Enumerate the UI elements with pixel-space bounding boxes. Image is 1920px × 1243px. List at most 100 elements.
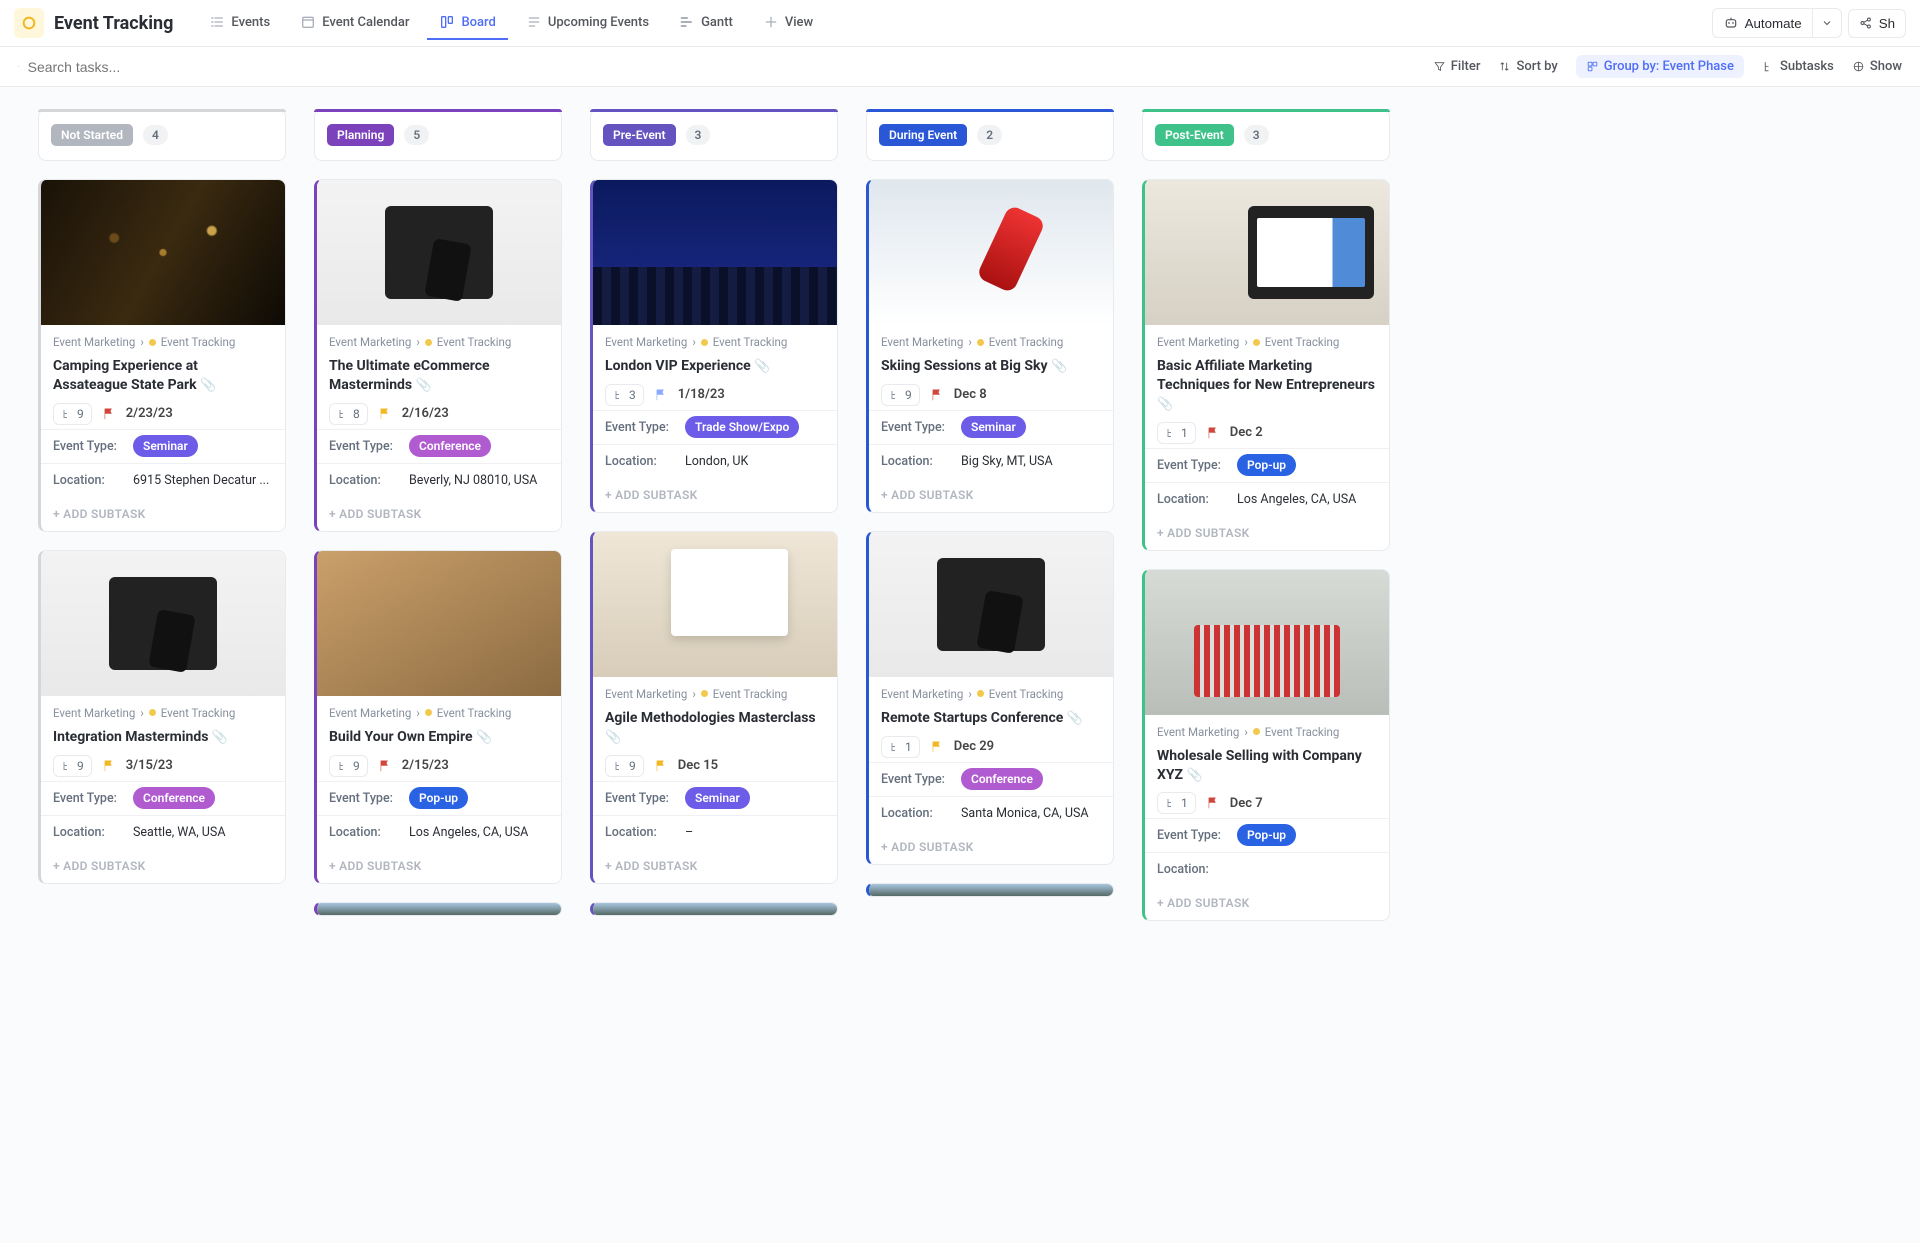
show-button[interactable]: Show (1852, 59, 1902, 74)
add-subtask-button[interactable]: + ADD SUBTASK (593, 478, 837, 512)
priority-flag-icon[interactable] (930, 388, 944, 402)
priority-flag-icon[interactable] (654, 388, 668, 402)
subtasks-button[interactable]: Subtasks (1762, 59, 1834, 74)
due-date[interactable]: Dec 7 (1230, 796, 1263, 811)
add-subtask-button[interactable]: + ADD SUBTASK (317, 497, 561, 531)
subtask-count[interactable]: 8 (329, 403, 368, 425)
column-header[interactable]: Post-Event 3 (1142, 109, 1390, 161)
due-date[interactable]: 1/18/23 (678, 387, 725, 402)
event-type-tag[interactable]: Conference (133, 787, 215, 809)
task-card[interactable]: Event Marketing › Event Tracking Integra… (38, 550, 286, 884)
task-card[interactable]: Event Marketing › Event Tracking Skiing … (866, 179, 1114, 513)
tab-events[interactable]: Events (197, 6, 282, 40)
tab-board[interactable]: Board (427, 6, 507, 40)
subtask-count[interactable]: 3 (605, 384, 644, 406)
event-type-tag[interactable]: Trade Show/Expo (685, 416, 799, 438)
task-card[interactable]: Event Marketing › Event Tracking The Ult… (314, 179, 562, 532)
task-card[interactable]: Event Marketing › Event Tracking London … (590, 179, 838, 513)
priority-flag-icon[interactable] (1206, 796, 1220, 810)
breadcrumb[interactable]: Event Marketing › Event Tracking (329, 706, 549, 720)
priority-flag-icon[interactable] (378, 407, 392, 421)
subtask-count[interactable]: 1 (881, 736, 920, 758)
task-card[interactable]: Event Marketing › Event Tracking Basic A… (1142, 179, 1390, 551)
due-date[interactable]: Dec 2 (1230, 425, 1263, 440)
due-date[interactable]: 2/23/23 (126, 406, 173, 421)
priority-flag-icon[interactable] (654, 759, 668, 773)
search-wrap[interactable] (18, 59, 218, 75)
automate-button[interactable]: Automate (1712, 8, 1812, 38)
add-subtask-button[interactable]: + ADD SUBTASK (1145, 886, 1389, 920)
add-subtask-button[interactable]: + ADD SUBTASK (869, 830, 1113, 864)
count-pill: 5 (404, 125, 429, 145)
event-type-tag[interactable]: Pop-up (1237, 454, 1296, 476)
priority-flag-icon[interactable] (378, 759, 392, 773)
column-header[interactable]: Not Started 4 (38, 109, 286, 161)
breadcrumb[interactable]: Event Marketing › Event Tracking (53, 335, 273, 349)
task-card-peek[interactable] (314, 902, 562, 916)
event-type-tag[interactable]: Pop-up (409, 787, 468, 809)
search-input[interactable] (28, 59, 209, 75)
subtask-count[interactable]: 9 (53, 755, 92, 777)
breadcrumb[interactable]: Event Marketing › Event Tracking (881, 687, 1101, 701)
add-subtask-button[interactable]: + ADD SUBTASK (317, 849, 561, 883)
due-date[interactable]: Dec 15 (678, 758, 718, 773)
subtask-count[interactable]: 1 (1157, 792, 1196, 814)
add-subtask-button[interactable]: + ADD SUBTASK (41, 849, 285, 883)
group-by-button[interactable]: Group by: Event Phase (1576, 55, 1744, 78)
tab-upcoming-label: Upcoming Events (548, 15, 649, 30)
add-subtask-button[interactable]: + ADD SUBTASK (1145, 516, 1389, 550)
event-type-tag[interactable]: Pop-up (1237, 824, 1296, 846)
card-title: Agile Methodologies Masterclass 📎 (605, 709, 825, 747)
due-date[interactable]: 2/15/23 (402, 758, 449, 773)
due-date[interactable]: 2/16/23 (402, 406, 449, 421)
filter-button[interactable]: Filter (1433, 59, 1481, 74)
subtask-count[interactable]: 9 (605, 755, 644, 777)
subtask-count[interactable]: 9 (329, 755, 368, 777)
tab-event-calendar[interactable]: Event Calendar (288, 6, 421, 40)
event-type-tag[interactable]: Seminar (685, 787, 750, 809)
subtask-count[interactable]: 9 (881, 384, 920, 406)
priority-flag-icon[interactable] (930, 740, 944, 754)
breadcrumb[interactable]: Event Marketing › Event Tracking (1157, 335, 1377, 349)
add-view[interactable]: View (751, 6, 825, 40)
task-card-peek[interactable] (866, 883, 1114, 897)
task-card[interactable]: Event Marketing › Event Tracking Camping… (38, 179, 286, 532)
priority-flag-icon[interactable] (102, 407, 116, 421)
breadcrumb[interactable]: Event Marketing › Event Tracking (1157, 725, 1377, 739)
add-subtask-button[interactable]: + ADD SUBTASK (869, 478, 1113, 512)
due-date[interactable]: Dec 29 (954, 739, 994, 754)
column-header[interactable]: During Event 2 (866, 109, 1114, 161)
task-card[interactable]: Event Marketing › Event Tracking Build Y… (314, 550, 562, 884)
breadcrumb[interactable]: Event Marketing › Event Tracking (605, 335, 825, 349)
field-label-event-type: Event Type: (881, 420, 961, 435)
task-card[interactable]: Event Marketing › Event Tracking Agile M… (590, 531, 838, 884)
task-card[interactable]: Event Marketing › Event Tracking Wholesa… (1142, 569, 1390, 922)
breadcrumb[interactable]: Event Marketing › Event Tracking (329, 335, 549, 349)
subtask-count[interactable]: 1 (1157, 422, 1196, 444)
priority-flag-icon[interactable] (102, 759, 116, 773)
share-button[interactable]: Sh (1848, 9, 1906, 38)
add-subtask-button[interactable]: + ADD SUBTASK (41, 497, 285, 531)
event-type-tag[interactable]: Seminar (133, 435, 198, 457)
event-type-tag[interactable]: Conference (409, 435, 491, 457)
add-subtask-button[interactable]: + ADD SUBTASK (593, 849, 837, 883)
tab-upcoming[interactable]: Upcoming Events (514, 6, 661, 40)
task-card[interactable]: Event Marketing › Event Tracking Remote … (866, 531, 1114, 865)
event-type-tag[interactable]: Seminar (961, 416, 1026, 438)
column-header[interactable]: Planning 5 (314, 109, 562, 161)
subtask-count[interactable]: 9 (53, 403, 92, 425)
due-date[interactable]: 3/15/23 (126, 758, 173, 773)
card-cover-image (593, 903, 837, 915)
event-type-tag[interactable]: Conference (961, 768, 1043, 790)
top-header: Event Tracking Events Event Calendar Boa… (0, 0, 1920, 47)
breadcrumb[interactable]: Event Marketing › Event Tracking (605, 687, 825, 701)
column-header[interactable]: Pre-Event 3 (590, 109, 838, 161)
priority-flag-icon[interactable] (1206, 426, 1220, 440)
automate-dropdown[interactable] (1812, 8, 1842, 38)
due-date[interactable]: Dec 8 (954, 387, 987, 402)
tab-gantt[interactable]: Gantt (667, 6, 745, 40)
breadcrumb[interactable]: Event Marketing › Event Tracking (53, 706, 273, 720)
task-card-peek[interactable] (590, 902, 838, 916)
sort-button[interactable]: Sort by (1498, 59, 1557, 74)
breadcrumb[interactable]: Event Marketing › Event Tracking (881, 335, 1101, 349)
